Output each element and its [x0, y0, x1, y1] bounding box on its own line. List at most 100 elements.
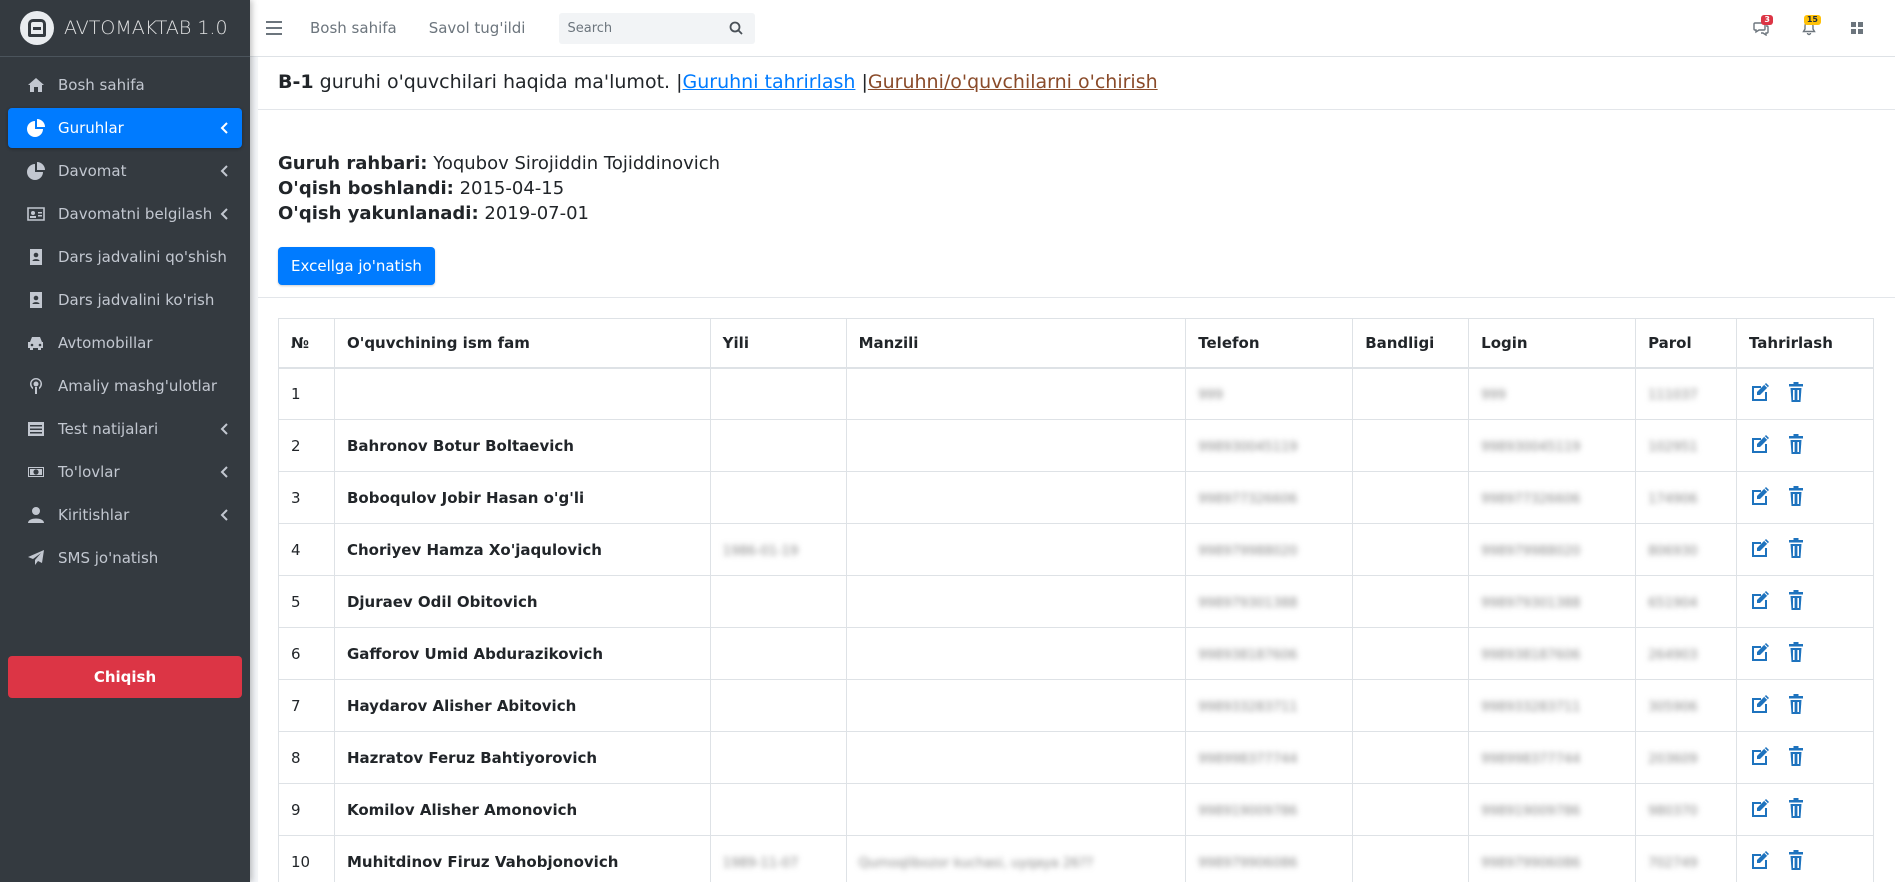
- sidebar-item-label: Kiritishlar: [58, 506, 130, 524]
- sidebar-item-sms-jo-natish[interactable]: SMS jo'natish: [8, 538, 242, 578]
- trash-icon[interactable]: [1785, 797, 1807, 823]
- notifications-button[interactable]: 15: [1789, 13, 1829, 43]
- row-actions: [1736, 627, 1874, 680]
- sidebar-item-davomat[interactable]: Davomat: [8, 151, 242, 191]
- student-login: 998938187606: [1468, 627, 1637, 680]
- student-phone: 998930045119: [1185, 419, 1354, 472]
- messages-button[interactable]: 3: [1741, 13, 1781, 43]
- table-row: 5 Djuraev Odil Obitovich 998979301388 99897…: [278, 575, 1874, 628]
- trash-icon[interactable]: [1785, 381, 1807, 407]
- leader-label: Guruh rahbari:: [278, 153, 428, 174]
- edit-icon[interactable]: [1749, 589, 1771, 615]
- row-actions: [1736, 575, 1874, 628]
- student-year: [709, 367, 847, 420]
- sidebar-item-label: Amaliy mashg'ulotlar: [58, 377, 218, 395]
- edit-icon[interactable]: [1749, 381, 1771, 407]
- student-password: 980370: [1635, 783, 1737, 836]
- table-row: 4 Choriyev Hamza Xo'jaqulovich 1986-01-19 9…: [278, 523, 1874, 576]
- chevron-left-icon: [220, 121, 230, 135]
- student-job: [1352, 419, 1470, 472]
- sidebar-nav: Bosh sahifa Guruhlar Davomat Davomatni belg…: [0, 57, 250, 578]
- sidebar-item-avtomobillar[interactable]: Avtomobillar: [8, 323, 242, 363]
- trash-icon[interactable]: [1785, 641, 1807, 667]
- edit-group-link[interactable]: Guruhni tahrirlash: [683, 71, 856, 93]
- student-job: [1352, 523, 1470, 576]
- divider: [258, 297, 1895, 298]
- sidebar-item-bosh-sahifa[interactable]: Bosh sahifa: [8, 65, 242, 105]
- table-row: 8 Hazratov Feruz Bahtiyorovich 99899837774…: [278, 731, 1874, 784]
- chevron-left-icon: [220, 465, 230, 479]
- column-header: Bandligi: [1352, 318, 1470, 369]
- student-year: [709, 419, 847, 472]
- sidebar-item-label: To'lovlar: [58, 463, 120, 481]
- student-login: 998977326606: [1468, 471, 1637, 524]
- top-link-question[interactable]: Savol tug'ildi: [429, 19, 526, 37]
- logout-button[interactable]: Chiqish: [8, 656, 242, 698]
- sidebar-item-guruhlar[interactable]: Guruhlar: [8, 108, 242, 148]
- sidebar-item-test-natijalari[interactable]: Test natijalari: [8, 409, 242, 449]
- row-actions: [1736, 471, 1874, 524]
- export-excel-button[interactable]: Excellga jo'natish: [278, 247, 435, 285]
- header-right: 3 15: [1733, 13, 1877, 43]
- student-phone: 998979988020: [1185, 523, 1354, 576]
- end-label: O'qish yakunlanadi:: [278, 203, 479, 224]
- trash-icon[interactable]: [1785, 693, 1807, 719]
- row-actions: [1736, 731, 1874, 784]
- edit-icon[interactable]: [1749, 433, 1771, 459]
- row-actions: [1736, 523, 1874, 576]
- students-table: № O'quvchining ism fam Yili Manzili Telefon B…: [278, 318, 1874, 882]
- student-address: [845, 731, 1187, 784]
- podcast-icon: [26, 377, 46, 395]
- column-header: Telefon: [1185, 318, 1354, 369]
- edit-icon[interactable]: [1749, 641, 1771, 667]
- trash-icon[interactable]: [1785, 745, 1807, 771]
- search-input[interactable]: [559, 12, 720, 44]
- student-phone: 998938187606: [1185, 627, 1354, 680]
- sidebar-item-dars-jadvalini-ko-rish[interactable]: Dars jadvalini ko'rish: [8, 280, 242, 320]
- student-name: Muhitdinov Firuz Vahobjonovich: [333, 835, 711, 882]
- apps-grid-button[interactable]: [1837, 13, 1877, 43]
- row-number: 1: [278, 367, 335, 420]
- student-login: 999: [1468, 367, 1637, 420]
- sidebar-item-label: Bosh sahifa: [58, 76, 145, 94]
- row-number: 8: [278, 731, 335, 784]
- search-icon[interactable]: [719, 21, 753, 35]
- brand-title: AVTOMAKTAB 1.0: [64, 17, 228, 39]
- student-address: [845, 575, 1187, 628]
- student-name: [333, 367, 711, 420]
- student-job: [1352, 627, 1470, 680]
- sidebar-item-amaliy-mashg-ulotlar[interactable]: Amaliy mashg'ulotlar: [8, 366, 242, 406]
- row-actions: [1736, 679, 1874, 732]
- sidebar-item-to-lovlar[interactable]: To'lovlar: [8, 452, 242, 492]
- trash-icon[interactable]: [1785, 433, 1807, 459]
- sidebar-item-dars-jadvalini-qo-shish[interactable]: Dars jadvalini qo'shish: [8, 237, 242, 277]
- brand[interactable]: AVTOMAKTAB 1.0: [0, 0, 250, 57]
- sidebar-item-davomatni-belgilash[interactable]: Davomatni belgilash: [8, 194, 242, 234]
- trash-icon[interactable]: [1785, 537, 1807, 563]
- money-icon: [26, 463, 46, 481]
- row-number: 9: [278, 783, 335, 836]
- top-link-home[interactable]: Bosh sahifa: [310, 19, 397, 37]
- student-year: [709, 627, 847, 680]
- trash-icon[interactable]: [1785, 485, 1807, 511]
- sidebar-item-kiritishlar[interactable]: Kiritishlar: [8, 495, 242, 535]
- student-year: [709, 471, 847, 524]
- edit-icon[interactable]: [1749, 485, 1771, 511]
- student-login: 998933283711: [1468, 679, 1637, 732]
- row-actions: [1736, 367, 1874, 420]
- menu-toggle-icon[interactable]: [266, 21, 310, 35]
- leader-value: Yoqubov Sirojiddin Tojiddinovich: [433, 153, 721, 174]
- row-actions: [1736, 783, 1874, 836]
- student-name: Hazratov Feruz Bahtiyorovich: [333, 731, 711, 784]
- edit-icon[interactable]: [1749, 849, 1771, 875]
- student-address: [845, 679, 1187, 732]
- edit-icon[interactable]: [1749, 537, 1771, 563]
- edit-icon[interactable]: [1749, 745, 1771, 771]
- trash-icon[interactable]: [1785, 589, 1807, 615]
- delete-group-link[interactable]: Guruhni/o'quvchilarni o'chirish: [868, 71, 1158, 93]
- row-number: 10: [278, 835, 335, 882]
- edit-icon[interactable]: [1749, 797, 1771, 823]
- trash-icon[interactable]: [1785, 849, 1807, 875]
- end-value: 2019-07-01: [484, 203, 590, 224]
- edit-icon[interactable]: [1749, 693, 1771, 719]
